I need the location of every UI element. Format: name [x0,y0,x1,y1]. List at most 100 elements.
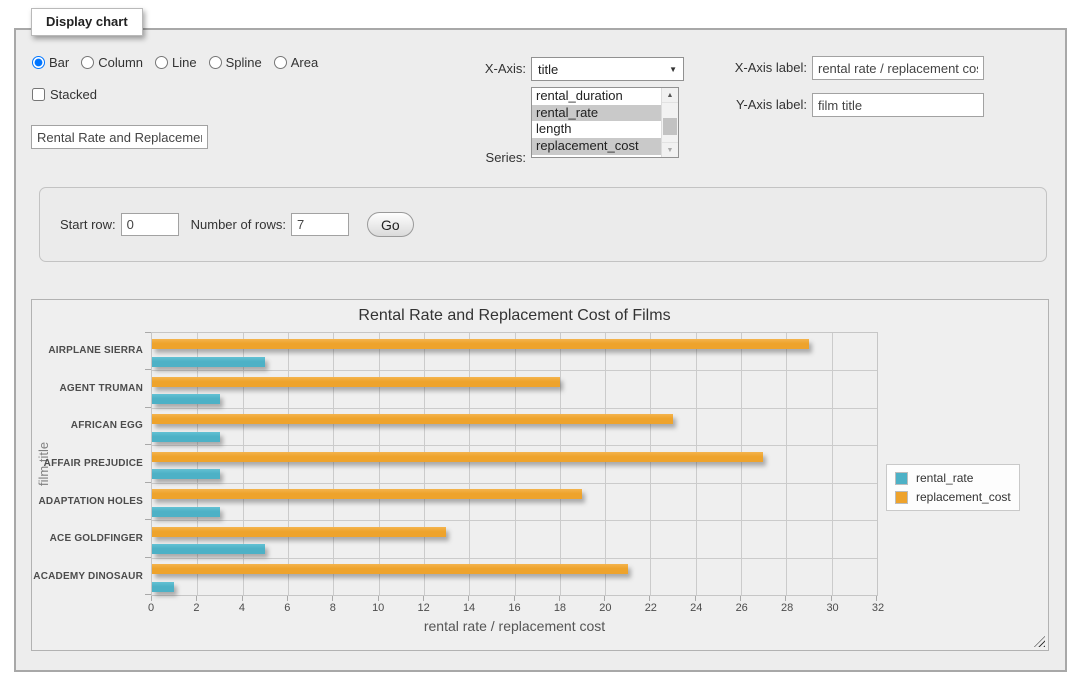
y-axis-label-input[interactable] [812,93,984,117]
series-option-rental_duration[interactable]: rental_duration [532,88,661,105]
x-tick-mark [559,596,560,601]
x-tick-label: 0 [148,602,154,614]
x-tick-mark [876,596,877,601]
radio-bar[interactable] [32,56,45,69]
x-tick-mark [332,596,333,601]
x-tick-label: 6 [284,602,290,614]
x-tick-label: 28 [781,602,793,614]
rental_rate-bar [152,544,265,554]
replacement_cost-bar [152,377,560,387]
x-tick-label: 10 [372,602,384,614]
y-tick-mark [145,444,151,445]
replacement_cost-bar [152,489,582,499]
radio-spline[interactable] [209,56,222,69]
bar-group-airplane-sierra [152,333,877,370]
stacked-label: Stacked [50,87,97,102]
x-tick-mark [831,596,832,601]
series-option-length[interactable]: length [532,121,661,138]
chart-type-radio-column[interactable]: Column [81,55,143,70]
category-label: AGENT TRUMAN [32,383,143,394]
y-tick-mark [145,557,151,558]
x-axis-label-input[interactable] [812,56,984,80]
x-tick-label: 14 [463,602,475,614]
scroll-down-icon[interactable]: ▼ [662,142,678,157]
category-labels: AIRPLANE SIERRAAGENT TRUMANAFRICAN EGGAF… [32,332,143,596]
y-tick-mark [145,519,151,520]
resize-grip-icon[interactable] [1034,636,1045,647]
rental_rate-bar [152,394,220,404]
chart-title-input[interactable] [31,125,208,149]
x-axis-label-label: X-Axis label: [714,60,807,75]
chart-container: Rental Rate and Replacement Cost of Film… [31,299,1049,651]
category-label: AFFAIR PREJUDICE [32,458,143,469]
x-tick-label: 16 [508,602,520,614]
num-rows-label: Number of rows: [191,217,286,232]
rental_rate-bar [152,582,174,592]
legend-swatch [895,472,908,485]
x-tick-label: 22 [645,602,657,614]
replacement_cost-bar [152,527,446,537]
chart-title: Rental Rate and Replacement Cost of Film… [151,307,878,325]
x-axis-select-label: X-Axis: [441,61,526,76]
replacement_cost-bar [152,414,673,424]
chart-type-radio-line[interactable]: Line [155,55,197,70]
x-tick-label: 8 [330,602,336,614]
replacement_cost-bar [152,564,628,574]
num-rows-input[interactable] [291,213,349,236]
series-option-rental_rate[interactable]: rental_rate [532,105,661,122]
legend-swatch [895,491,908,504]
x-tick-mark [378,596,379,601]
radio-label: Column [98,55,143,70]
scrollbar-thumb[interactable] [663,118,677,135]
replacement_cost-bar [152,452,763,462]
x-tick-label: 24 [690,602,702,614]
chart-type-radio-spline[interactable]: Spline [209,55,262,70]
rental_rate-bar [152,357,265,367]
radio-column[interactable] [81,56,94,69]
chart-type-radio-area[interactable]: Area [274,55,318,70]
y-tick-mark [145,407,151,408]
x-tick-mark [242,596,243,601]
radio-line[interactable] [155,56,168,69]
legend-item-replacement_cost: replacement_cost [895,490,1011,504]
x-tick-mark [514,596,515,601]
rental_rate-bar [152,507,220,517]
x-tick-mark [604,596,605,601]
scroll-up-icon[interactable]: ▲ [662,88,678,103]
bar-group-agent-truman [152,370,877,407]
chart-type-radio-bar[interactable]: Bar [32,55,69,70]
go-button[interactable]: Go [367,212,414,237]
x-tick-label: 2 [193,602,199,614]
category-label: ADAPTATION HOLES [32,496,143,507]
x-tick-mark [649,596,650,601]
series-option-replacement_cost[interactable]: replacement_cost [532,138,661,155]
chart-legend: rental_ratereplacement_cost [886,464,1020,511]
x-tick-label: 32 [872,602,884,614]
bar-group-adaptation-holes [152,483,877,520]
x-tick-label: 30 [826,602,838,614]
y-tick-mark [145,332,151,333]
chart-type-radios: Bar Column Line Spline Area [32,55,318,70]
bar-group-academy-dinosaur [152,558,877,595]
series-options: rental_durationrental_ratelengthreplacem… [532,88,661,157]
stacked-checkbox[interactable] [32,88,45,101]
x-tick-mark [740,596,741,601]
series-listbox-label: Series: [441,150,526,165]
series-scrollbar[interactable]: ▲ ▼ [661,88,678,157]
radio-area[interactable] [274,56,287,69]
x-tick-label: 12 [418,602,430,614]
y-tick-mark [145,482,151,483]
category-label: AIRPLANE SIERRA [32,345,143,356]
series-listbox[interactable]: rental_durationrental_ratelengthreplacem… [531,87,679,158]
y-tick-mark [145,369,151,370]
x-tick-mark [287,596,288,601]
y-tick-mark [145,594,151,595]
x-tick-mark [785,596,786,601]
x-tick-label: 18 [554,602,566,614]
bar-group-african-egg [152,408,877,445]
start-row-input[interactable] [121,213,179,236]
x-tick-mark [151,596,152,601]
display-chart-panel: Display chart BarColumnLineSplineArea St… [14,28,1067,672]
x-axis-select[interactable]: title ▼ [531,57,684,81]
stacked-row: Stacked [32,87,97,102]
